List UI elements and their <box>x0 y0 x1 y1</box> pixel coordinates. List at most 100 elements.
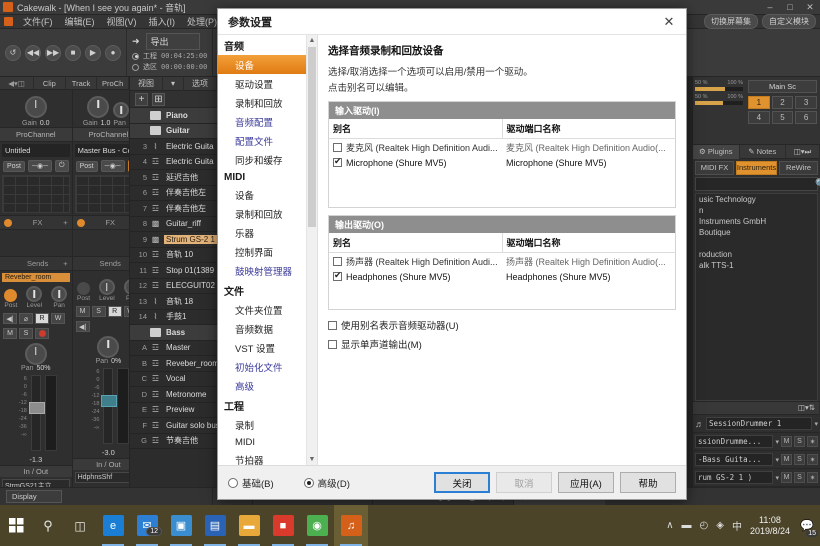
screenset-cell-2[interactable]: 2 <box>772 96 794 109</box>
driver-alias-cell[interactable]: 麦克风 (Realtek High Definition Audi... <box>329 139 502 157</box>
plugin-list-item[interactable]: roduction <box>696 249 817 260</box>
nav-item-音频数据[interactable]: 音频数据 <box>218 319 307 338</box>
plugin-list[interactable]: usic Technologyn Instruments GmbH Boutiq… <box>695 193 818 401</box>
tab-notes[interactable]: ✎ Notes <box>740 145 787 159</box>
close-button[interactable]: ✕ <box>800 0 820 15</box>
cancel-button[interactable]: 取消 <box>496 472 552 493</box>
dock-options-icons[interactable]: ◫▾⏭ <box>786 145 820 159</box>
loop-button[interactable]: ↺ <box>5 45 21 61</box>
taskbar-explorer-icon[interactable]: ▬ <box>232 505 266 546</box>
tray-chevron-icon[interactable]: ∧ <box>666 520 673 531</box>
menu-edit[interactable]: 编辑(E) <box>59 15 101 28</box>
input-driver-body[interactable]: 别名 驱动端口名称 麦克风 (Realtek High Definition A… <box>329 119 675 207</box>
pan-knob-2[interactable] <box>97 336 119 358</box>
solo-button-2[interactable]: S <box>92 306 106 317</box>
nav-item-设备[interactable]: 设备 <box>218 55 307 74</box>
instrument-chevron-icon[interactable]: ▾ <box>775 438 779 446</box>
nav-item-控制界面[interactable]: 控制界面 <box>218 242 307 261</box>
tab-prochannel[interactable]: ProCh <box>97 77 129 89</box>
driver-alias-cell[interactable]: Microphone (Shure MV5) <box>329 156 502 170</box>
taskbar-office-icon[interactable]: ▤ <box>198 505 232 546</box>
nav-item-MIDI[interactable]: MIDI <box>218 434 307 450</box>
notification-center-icon[interactable]: 💬 15 <box>798 517 816 535</box>
sends-add-1[interactable]: + <box>63 259 67 268</box>
strip-header-name[interactable]: SessionDrummer 1 <box>706 417 812 430</box>
send-post-1[interactable]: Post <box>4 289 17 309</box>
track-name[interactable]: 伴奏吉他左 <box>164 187 208 198</box>
track-name[interactable]: Master <box>164 343 192 352</box>
eq-display-1[interactable] <box>2 175 70 213</box>
instrument-arm-button[interactable]: ✶ <box>807 454 818 465</box>
tab-clip[interactable]: Clip <box>34 77 66 89</box>
advanced-radio-dot[interactable] <box>304 478 314 488</box>
plugin-list-item[interactable]: alk TTS-1 <box>696 260 817 271</box>
apply-button[interactable]: 应用(A) <box>558 472 614 493</box>
track-name[interactable]: Electric Guita <box>164 157 216 166</box>
track-name[interactable]: Electric Guita <box>164 142 216 151</box>
display-select[interactable]: Display <box>6 490 62 503</box>
project-radio[interactable] <box>132 53 139 60</box>
help-button[interactable]: 帮助 <box>620 472 676 493</box>
nav-scroll-down-icon[interactable]: ▼ <box>307 454 317 465</box>
instrument-strip-name[interactable]: rum GS-2 1 ) <box>695 471 773 484</box>
strip-name-1[interactable]: Untitled <box>2 144 70 157</box>
tray-wifi-icon[interactable]: ◴ <box>700 520 709 531</box>
show-mono-checkbox[interactable] <box>328 340 337 349</box>
screenset-pill[interactable]: 切换屏幕集 <box>704 14 758 29</box>
taskbar-photos-icon[interactable]: ▣ <box>164 505 198 546</box>
read-automation-button-1[interactable]: R <box>35 313 49 324</box>
table-row[interactable]: Headphones (Shure MV5)Headphones (Shure … <box>329 270 675 284</box>
radio-advanced[interactable]: 高级(D) <box>304 476 350 490</box>
forward-button[interactable]: ▶▶ <box>45 45 61 61</box>
nav-scroll-up-icon[interactable]: ▲ <box>307 35 317 46</box>
output-driver-body[interactable]: 别名 驱动端口名称 扬声器 (Realtek High Definition A… <box>329 233 675 309</box>
nav-item-乐器[interactable]: 乐器 <box>218 223 307 242</box>
driver-alias-cell[interactable]: 扬声器 (Realtek High Definition Audi... <box>329 253 502 271</box>
basic-radio-dot[interactable] <box>228 478 238 488</box>
screenset-cell-5[interactable]: 5 <box>772 111 794 124</box>
pan-knob-1[interactable] <box>25 343 47 365</box>
routing-icon-1[interactable]: ─◉─ <box>28 160 52 172</box>
strip-header-chevron-icon[interactable]: ▾ <box>814 420 818 428</box>
track-name[interactable]: 伴奏吉他左 <box>164 203 208 214</box>
output-select-2[interactable]: HdphnsShf <box>75 472 130 483</box>
pan-knob-top-2[interactable] <box>113 102 129 118</box>
taskbar-store-icon[interactable]: ■ <box>266 505 300 546</box>
search-icon[interactable]: 🔍 <box>812 179 820 190</box>
nav-item-音频配置[interactable]: 音频配置 <box>218 112 307 131</box>
tray-ime-icon[interactable]: 中 <box>732 518 742 533</box>
menu-view[interactable]: 视图(V) <box>101 15 143 28</box>
radio-basic[interactable]: 基础(B) <box>228 476 274 490</box>
nav-item-鼓映射管理器[interactable]: 鼓映射管理器 <box>218 261 307 280</box>
instrument-chevron-icon[interactable]: ▾ <box>775 456 779 464</box>
instrument-strip-name[interactable]: -Bass Guita... <box>695 453 773 466</box>
plugin-list-item[interactable]: Boutique <box>696 227 817 238</box>
gain-knob-1[interactable] <box>25 96 47 118</box>
input-echo-button-1[interactable]: ◀| <box>3 313 17 324</box>
send-level-1[interactable]: Level <box>26 286 42 309</box>
nav-scrollbar[interactable]: ▲ ▼ <box>306 35 317 465</box>
table-row[interactable]: Microphone (Shure MV5)Microphone (Shure … <box>329 156 675 170</box>
menu-file[interactable]: 文件(F) <box>17 15 59 28</box>
subtab-midifx[interactable]: MIDI FX <box>695 161 734 175</box>
view-chevron-icon[interactable]: ▾ <box>163 77 184 91</box>
task-view-button[interactable]: ◫ <box>64 505 96 546</box>
track-name[interactable]: 延迟吉他 <box>164 172 200 183</box>
minimize-button[interactable]: – <box>760 0 780 15</box>
driver-alias-cell[interactable]: Headphones (Shure MV5) <box>329 270 502 284</box>
instrument-arm-button[interactable]: ✶ <box>807 472 818 483</box>
fader-cap-1[interactable] <box>29 402 45 414</box>
track-name[interactable]: Guitar <box>164 126 192 135</box>
nav-item-高级[interactable]: 高级 <box>218 376 307 395</box>
track-name[interactable]: 节奏吉他 <box>164 435 200 446</box>
instrument-mute-button[interactable]: M <box>781 436 792 447</box>
add-track-button[interactable]: + <box>135 93 148 106</box>
screenset-cell-3[interactable]: 3 <box>795 96 817 109</box>
driver-checkbox[interactable] <box>333 143 342 152</box>
close-button[interactable]: 关闭 <box>434 472 490 493</box>
track-name[interactable]: Piano <box>164 111 190 120</box>
instrument-solo-button[interactable]: S <box>794 436 805 447</box>
search-button[interactable]: ⚲ <box>32 505 64 546</box>
tab-plugins[interactable]: ⚙ Plugins <box>693 145 740 159</box>
arm-record-button-1[interactable] <box>35 328 49 339</box>
